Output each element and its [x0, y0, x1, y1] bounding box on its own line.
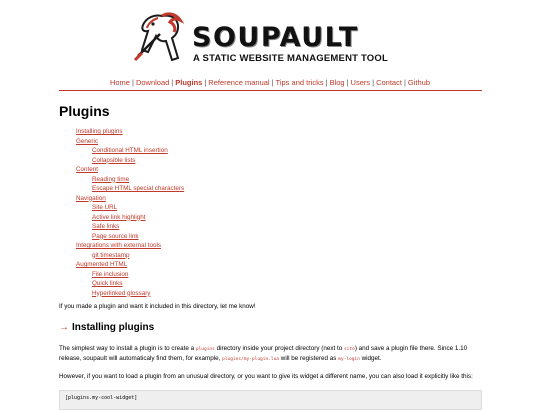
- table-of-contents: Installing plugins Generic Conditional H…: [59, 127, 482, 298]
- toc-item: Augmented HTML File inclusion Quick link…: [76, 260, 482, 298]
- toc-subitem: Safe links: [92, 222, 482, 232]
- nav-home[interactable]: Home: [110, 78, 130, 87]
- code-block: [plugins.my-cool-widget]: [59, 390, 482, 410]
- nav-tips-and-tricks[interactable]: Tips and tricks: [276, 78, 324, 87]
- load-explicit-paragraph: However, if you want to load a plugin fr…: [59, 373, 473, 380]
- nav-download[interactable]: Download: [136, 78, 169, 87]
- toc-subitem: Escape HTML special characters: [92, 184, 482, 194]
- toc-link-integrations[interactable]: Integrations with external tools: [76, 242, 161, 249]
- toc-subitem: Site URL: [92, 203, 482, 213]
- toc-subitem: Active link highlight: [92, 213, 482, 223]
- main-content: Plugins Installing plugins Generic Condi…: [59, 96, 482, 410]
- nav-reference-manual[interactable]: Reference manual: [208, 78, 269, 87]
- toc-item: Integrations with external tools git tim…: [76, 241, 482, 260]
- inline-code: plugins: [195, 347, 215, 352]
- nav-users[interactable]: Users: [351, 78, 371, 87]
- text-span: The simplest way to install a plugin is …: [59, 345, 196, 352]
- toc-link-quick-links[interactable]: Quick links: [92, 280, 122, 287]
- intro-paragraph: If you made a plugin and want it include…: [59, 303, 256, 310]
- toc-subitem: Collapsible lists: [92, 156, 482, 166]
- toc-link-git-timestamp[interactable]: git timestamp: [92, 252, 129, 259]
- toc-subitem: Reading time: [92, 175, 482, 185]
- toc-subitem: Quick links: [92, 279, 482, 289]
- page: SOUPAULT A STATIC WEBSITE MANAGEMENT TOO…: [0, 0, 540, 410]
- toc-link-reading-time[interactable]: Reading time: [92, 176, 129, 183]
- toc-link-installing-plugins[interactable]: Installing plugins: [76, 128, 123, 135]
- toc-link-conditional-html-insertion[interactable]: Conditional HTML insertion: [92, 147, 168, 154]
- toc-link-generic[interactable]: Generic: [76, 138, 98, 145]
- toc-link-page-source-link[interactable]: Page source link: [92, 233, 139, 240]
- toc-item: Navigation Site URL Active link highligh…: [76, 194, 482, 242]
- toc-subitem: Page source link: [92, 232, 482, 242]
- main-nav: Home | Download | Plugins | Reference manual | T…: [0, 78, 540, 87]
- logo-subtitle: A STATIC WEBSITE MANAGEMENT TOOL: [193, 53, 388, 64]
- toc-subitem: git timestamp: [92, 251, 482, 261]
- logo-title: SOUPAULT: [192, 22, 359, 53]
- toc-subitem: File inclusion: [92, 270, 482, 280]
- site-header: SOUPAULT A STATIC WEBSITE MANAGEMENT TOO…: [0, 0, 540, 72]
- inline-code: site: [343, 347, 355, 352]
- section-title: Installing plugins: [72, 322, 155, 333]
- nav-github[interactable]: Github: [408, 78, 430, 87]
- toc-link-escape-html[interactable]: Escape HTML special characters: [92, 185, 184, 192]
- text-span: directory inside your project directory …: [214, 345, 344, 352]
- toc-item: Generic Conditional HTML insertion Colla…: [76, 137, 482, 166]
- toc-link-content[interactable]: Content: [76, 166, 98, 173]
- toc-item: Installing plugins: [76, 127, 482, 137]
- toc-link-hyperlinked-glossary[interactable]: Hyperlinked glossary: [92, 290, 150, 297]
- toc-item: Content Reading time Escape HTML special…: [76, 165, 482, 194]
- horse-logo-icon[interactable]: [132, 10, 190, 66]
- install-paragraph: The simplest way to install a plugin is …: [59, 344, 482, 364]
- inline-code: my-login: [338, 357, 360, 362]
- page-title: Plugins: [59, 103, 110, 119]
- toc-link-safe-links[interactable]: Safe links: [92, 223, 119, 230]
- nav-blog[interactable]: Blog: [330, 78, 345, 87]
- section-heading: → Installing plugins: [59, 322, 482, 333]
- toc-link-file-inclusion[interactable]: File inclusion: [92, 271, 128, 278]
- inline-code: plugins/my-plugin.lua: [222, 357, 280, 362]
- toc-subitem: Conditional HTML insertion: [92, 146, 482, 156]
- text-span: widget.: [359, 355, 382, 362]
- nav-divider: [59, 90, 482, 91]
- toc-link-active-link-highlight[interactable]: Active link highlight: [92, 214, 146, 221]
- text-span: will be registered as: [279, 355, 339, 362]
- toc-subitem: Hyperlinked glossary: [92, 289, 482, 299]
- toc-link-navigation[interactable]: Navigation: [76, 195, 106, 202]
- toc-link-augmented-html[interactable]: Augmented HTML: [76, 261, 127, 268]
- nav-plugins[interactable]: Plugins: [175, 78, 202, 87]
- nav-contact[interactable]: Contact: [376, 78, 402, 87]
- toc-link-site-url[interactable]: Site URL: [92, 204, 117, 211]
- toc-link-collapsible-lists[interactable]: Collapsible lists: [92, 157, 135, 164]
- arrow-right-icon: →: [59, 322, 69, 333]
